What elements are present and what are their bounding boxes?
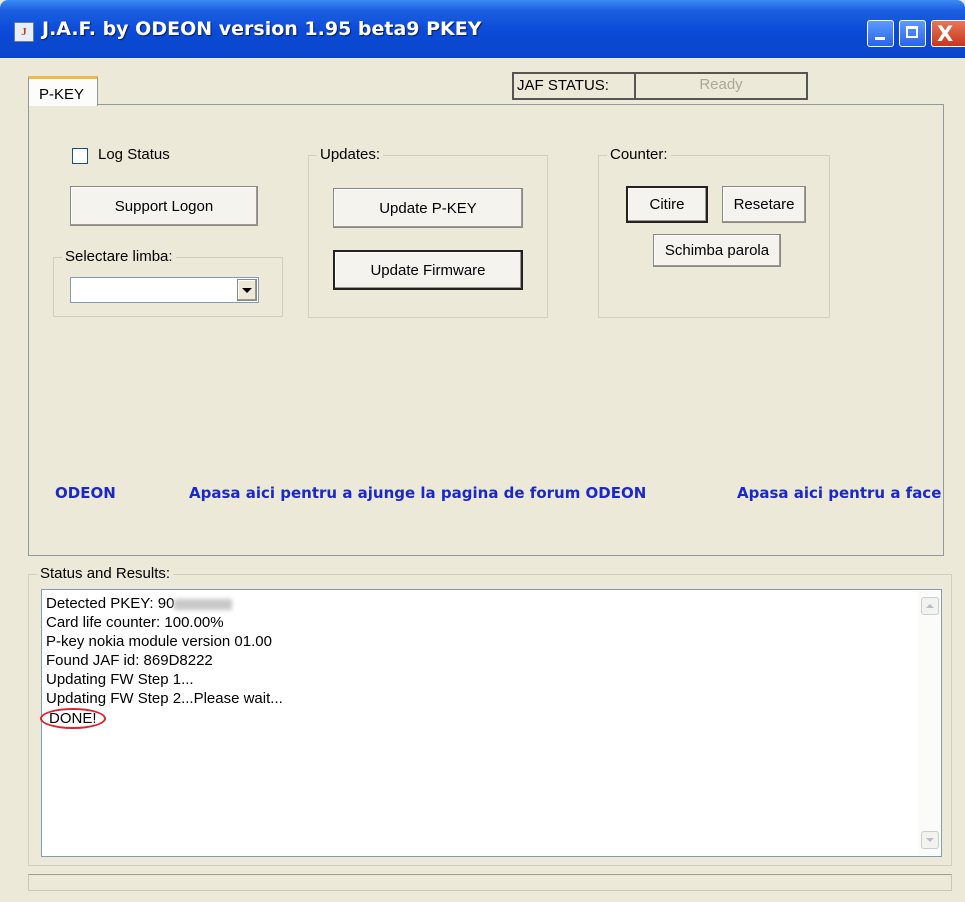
language-select[interactable] <box>70 277 259 303</box>
schimba-parola-button[interactable]: Schimba parola <box>653 234 781 267</box>
jaf-status: JAF STATUS: Ready <box>512 72 808 100</box>
maximize-icon <box>906 26 918 38</box>
updates-group: Updates: <box>308 146 548 318</box>
marquee-item[interactable]: Apasa aici pentru a face <box>737 484 941 502</box>
app-window: J J.A.F. by ODEON version 1.95 beta9 PKE… <box>0 0 965 902</box>
scroll-down-icon[interactable] <box>921 831 939 849</box>
status-line-done: DONE! <box>40 708 283 729</box>
language-group-legend: Selectare limba: <box>62 248 176 265</box>
forum-link-marquee[interactable]: ODEON Apasa aici pentru a ajunge la pagi… <box>52 480 948 510</box>
vertical-scrollbar[interactable] <box>918 591 940 855</box>
jaf-status-value: Ready <box>634 74 806 98</box>
status-lines: Detected PKEY: 90 Card life counter: 100… <box>40 594 283 729</box>
redacted-blur <box>174 598 233 610</box>
minimize-icon <box>875 37 885 40</box>
status-line: Detected PKEY: 90 <box>46 594 283 613</box>
update-firmware-button[interactable]: Update Firmware <box>333 250 523 290</box>
counter-group-legend: Counter: <box>607 146 671 163</box>
citire-button[interactable]: Citire <box>626 186 708 223</box>
log-status-checkbox[interactable] <box>72 148 88 164</box>
status-line: Updating FW Step 1... <box>46 671 194 688</box>
done-highlight: DONE! <box>40 708 106 729</box>
status-results-textarea[interactable]: Detected PKEY: 90 Card life counter: 100… <box>40 589 942 857</box>
marquee-item[interactable]: ODEON <box>55 484 116 502</box>
close-icon: X <box>937 22 954 46</box>
status-line: P-key nokia module version 01.00 <box>46 633 272 650</box>
status-results-legend: Status and Results: <box>37 565 174 582</box>
app-icon: J <box>14 22 34 42</box>
status-line: Updating FW Step 2...Please wait... <box>46 690 283 707</box>
support-logon-button[interactable]: Support Logon <box>70 186 258 226</box>
window-title: J.A.F. by ODEON version 1.95 beta9 PKEY <box>42 18 482 40</box>
dropdown-arrow-icon[interactable] <box>237 279 257 301</box>
marquee-item[interactable]: Apasa aici pentru a ajunge la pagina de … <box>189 484 646 502</box>
maximize-button[interactable] <box>899 20 926 47</box>
resetare-button[interactable]: Resetare <box>722 186 806 223</box>
updates-group-legend: Updates: <box>317 146 384 163</box>
status-bar <box>28 874 952 891</box>
scroll-up-icon[interactable] <box>921 597 939 615</box>
status-line: Card life counter: 100.00% <box>46 614 224 631</box>
tab-pkey[interactable]: P-KEY <box>28 76 98 106</box>
log-status-label[interactable]: Log Status <box>98 146 170 163</box>
title-bar[interactable]: J J.A.F. by ODEON version 1.95 beta9 PKE… <box>0 0 965 58</box>
minimize-button[interactable] <box>867 20 894 47</box>
status-line: Found JAF id: 869D8222 <box>46 652 213 669</box>
status-results-group: Status and Results: Detected PKEY: 90 Ca… <box>28 565 952 866</box>
jaf-status-label: JAF STATUS: <box>517 77 609 94</box>
update-pkey-button[interactable]: Update P-KEY <box>333 188 523 228</box>
close-button[interactable]: X <box>931 20 965 47</box>
